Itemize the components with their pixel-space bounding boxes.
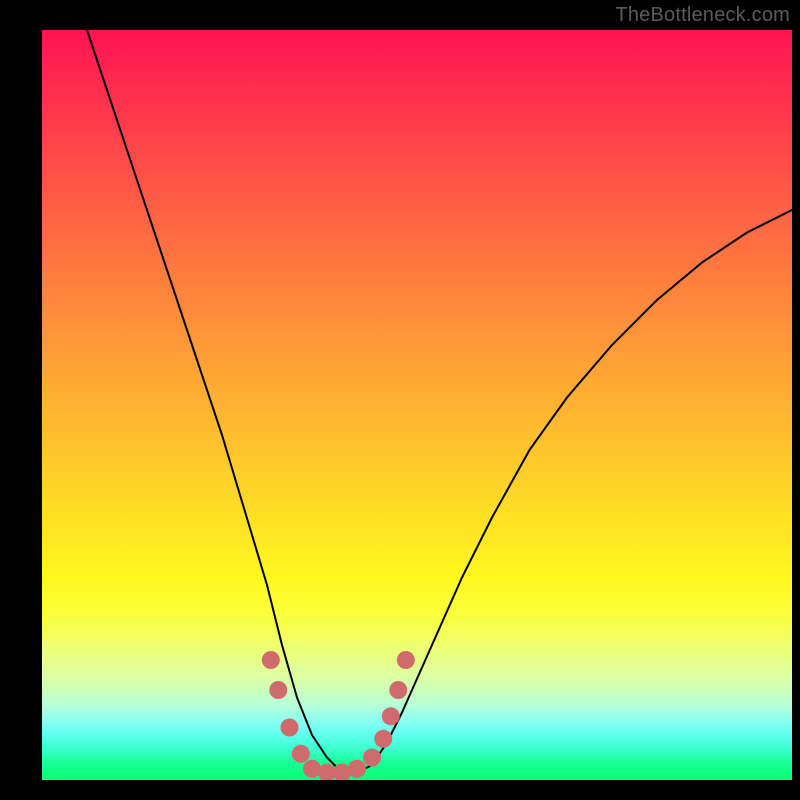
chart-frame: TheBottleneck.com xyxy=(0,0,800,800)
highlight-dots xyxy=(262,651,415,780)
plot-area xyxy=(42,30,792,780)
curve-layer xyxy=(42,30,792,780)
bottleneck-curve xyxy=(87,30,792,773)
watermark-label: TheBottleneck.com xyxy=(615,4,790,27)
